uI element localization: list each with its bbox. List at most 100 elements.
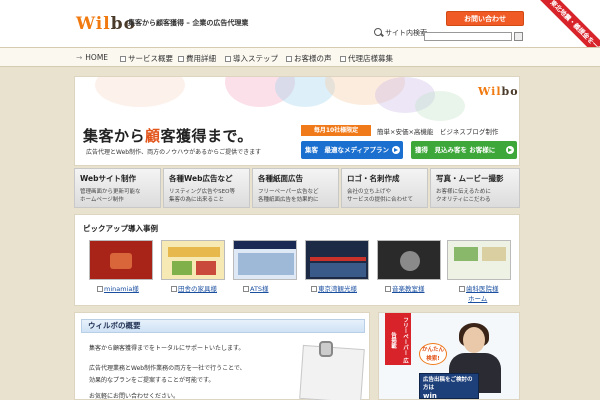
- media-plan-button[interactable]: 集客 最適なメディアプラン: [301, 141, 403, 159]
- nav-item-home[interactable]: → HOME: [76, 53, 108, 62]
- broken-image-icon: [171, 286, 177, 292]
- blog-offer-text[interactable]: 簡単×安価×高機能 ビジネスブログ制作: [377, 126, 498, 136]
- broken-image-icon: [385, 286, 391, 292]
- person-face: [463, 327, 485, 353]
- broken-image-icon: [459, 286, 465, 292]
- thumb-decor: [310, 263, 366, 277]
- thumb-decor: [110, 253, 132, 269]
- service-desc-line: リスティング広告やSEO等: [169, 189, 235, 195]
- service-desc-line: お客様に伝えるために: [436, 189, 491, 195]
- case-link[interactable]: 東京湾観光様: [311, 283, 357, 293]
- service-desc-line: サービスの提供に合わせて: [347, 197, 414, 203]
- service-print-ads[interactable]: 各種紙面広告 フリーペーパー広告など 各種紙面広告を効果的に: [252, 168, 339, 208]
- service-desc-line: 管理画面から更新可能な: [80, 189, 141, 195]
- thumb-decor: [310, 257, 366, 261]
- nav-item-service[interactable]: サービス概要: [120, 53, 173, 64]
- service-logo-card[interactable]: ロゴ・名刺作成 会社の立ち上げやサービスの提供に合わせて: [341, 168, 428, 208]
- nav-item-label: 導入ステップ: [233, 54, 278, 63]
- nav-item-voices[interactable]: お客様の声: [286, 53, 332, 64]
- limited-badge: 毎月10社様限定: [301, 125, 371, 136]
- hero-subtitle: 広告代理とWeb制作、両方のノウハウがあるからご提供できます: [86, 149, 262, 156]
- thumb-decor: [172, 261, 192, 275]
- nav-item-label: お客様の声: [294, 54, 332, 63]
- site-header: Wilbo 集客から顧客獲得 – 企業の広告代理業 お問い合わせ サイト内検索 …: [0, 0, 600, 70]
- hero-banner: Wilbo 集客から顧客獲得まで。 広告代理とWeb制作、両方のノウハウがあるか…: [74, 76, 520, 166]
- global-nav: → HOME サービス概要 費用詳細 導入ステップ お客様の声 代理店様募集: [0, 47, 600, 67]
- case-link[interactable]: 音楽教室様: [385, 283, 425, 293]
- case-thumbnail[interactable]: [233, 240, 297, 280]
- search-label: サイト内検索: [385, 29, 427, 37]
- service-menu: Webサイト制作 管理画面から更新可能な ホームページ制作 各種Web広告など リ…: [74, 168, 520, 208]
- thumb-decor: [238, 253, 294, 275]
- case-thumbnail[interactable]: [89, 240, 153, 280]
- case-label: 歯科医院様: [466, 285, 499, 293]
- service-desc: お客様に伝えるために クオリティにこだわる: [436, 188, 514, 204]
- service-desc-line: ホームページ制作: [80, 197, 124, 203]
- case-thumbnail[interactable]: [447, 240, 511, 280]
- case-link[interactable]: 歯科医院様 ホーム: [459, 283, 499, 303]
- case-link[interactable]: ATS様: [243, 283, 269, 293]
- service-desc: リスティング広告やSEO等 集客の為に出来ること: [169, 188, 244, 204]
- broken-image-icon: [97, 286, 103, 292]
- thumb-decor: [482, 247, 506, 261]
- service-photo-movie[interactable]: 写真・ムービー撮影 お客様に伝えるために クオリティにこだわる: [430, 168, 520, 208]
- service-title: 各種紙面広告: [258, 174, 303, 183]
- hero-logo: Wilbo: [478, 85, 519, 98]
- hero-title-part: 客獲得まで。: [160, 127, 253, 145]
- service-desc-line: 各種紙面広告を効果的に: [258, 197, 319, 203]
- service-web-production[interactable]: Webサイト制作 管理画面から更新可能な ホームページ制作: [74, 168, 161, 208]
- nav-item-label: 費用詳細: [186, 54, 216, 63]
- ad-card: 広告出稿をご検討の方は win: [419, 373, 479, 399]
- contact-button[interactable]: お問い合わせ: [446, 11, 524, 26]
- case-link[interactable]: 田舎の家具様: [171, 283, 217, 293]
- service-desc: フリーペーパー広告など 各種紙面広告を効果的に: [258, 188, 333, 204]
- service-desc: 会社の立ち上げやサービスの提供に合わせて: [347, 188, 422, 204]
- overview-text: 効果的なプランをご提案することが可能です。: [89, 377, 215, 384]
- freepaper-ad-banner[interactable]: フリーペーパー 広告掲載 かんたん 検索! 広告出稿をご検討の方は win: [378, 312, 520, 400]
- case-label: 音楽教室様: [392, 285, 425, 293]
- logo-text-secondary: bo: [501, 85, 519, 98]
- pickup-title: ピックアップ導入事例: [83, 224, 158, 233]
- nav-item-pricing[interactable]: 費用詳細: [178, 53, 216, 64]
- case-thumbnail[interactable]: [305, 240, 369, 280]
- case-thumbnail[interactable]: [161, 240, 225, 280]
- thumb-decor: [196, 261, 216, 275]
- broken-image-icon: [120, 56, 126, 62]
- company-overview: ウィルボの概要 集客から顧客獲得までをトータルにサポートいたします。 広告代理業…: [74, 312, 370, 400]
- broken-image-icon: [178, 56, 184, 62]
- decor-swirl: [415, 91, 465, 121]
- arrow-right-icon: →: [76, 53, 83, 62]
- thumb-decor: [168, 247, 220, 257]
- service-desc-line: 会社の立ち上げや: [347, 189, 392, 195]
- site-logo[interactable]: Wilbo: [76, 14, 136, 34]
- search-submit-button[interactable]: [514, 32, 523, 41]
- nav-item-label: 代理店様募集: [348, 54, 393, 63]
- case-label: ホーム: [468, 295, 488, 303]
- broken-image-icon: [243, 286, 249, 292]
- search-icon: [374, 28, 382, 36]
- paper-clip-icon: [319, 341, 333, 357]
- nav-item-label: HOME: [85, 53, 109, 62]
- speech-bubble: かんたん 検索!: [419, 343, 447, 365]
- hero-title: 集客から顧客獲得まで。: [83, 125, 253, 146]
- service-title: Webサイト制作: [80, 174, 136, 183]
- service-title: ロゴ・名刺作成: [347, 174, 400, 183]
- service-title: 各種Web広告など: [169, 174, 233, 183]
- search-input[interactable]: [424, 32, 512, 41]
- overview-text: 広告代理業務とWeb制作業務の両方を一社で行うことで、: [89, 365, 246, 372]
- customer-acquisition-button[interactable]: 獲得 見込み客を お客様に: [411, 141, 517, 159]
- service-desc: 管理画面から更新可能な ホームページ制作: [80, 188, 155, 204]
- nav-item-steps[interactable]: 導入ステップ: [225, 53, 278, 64]
- service-web-ads[interactable]: 各種Web広告など リスティング広告やSEO等 集客の為に出来ること: [163, 168, 250, 208]
- case-thumbnail[interactable]: [377, 240, 441, 280]
- case-label: minamia様: [104, 285, 139, 293]
- nav-item-agency[interactable]: 代理店様募集: [340, 53, 393, 64]
- service-desc-line: 集客の為に出来ること: [169, 197, 225, 203]
- pickup-cases: ピックアップ導入事例 minamia様 田舎の家具様 ATS様 東京湾観光様 音…: [74, 214, 520, 306]
- broken-image-icon: [286, 56, 292, 62]
- case-label: ATS様: [250, 285, 269, 293]
- case-link[interactable]: minamia様: [97, 283, 139, 293]
- broken-image-icon: [340, 56, 346, 62]
- hero-title-accent: 顧: [145, 127, 161, 145]
- overview-title: ウィルボの概要: [81, 319, 365, 333]
